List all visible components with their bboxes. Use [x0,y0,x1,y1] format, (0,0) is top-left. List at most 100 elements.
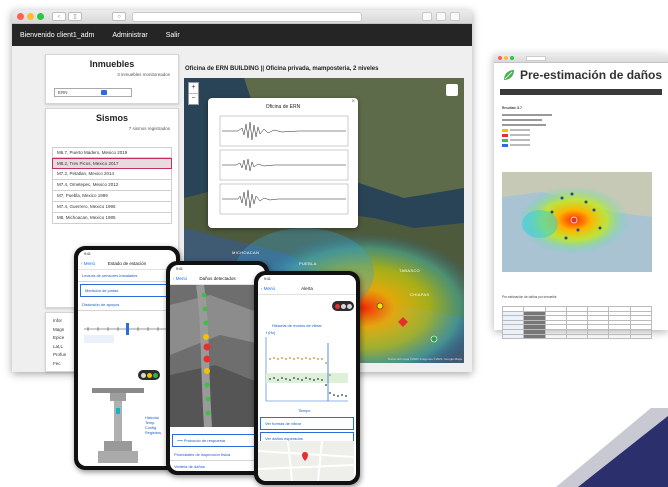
vibration-x-label: Tiempo [298,409,311,413]
zoom-out-button[interactable]: − [189,93,198,104]
sismos-count: 7 sismos registrados [128,126,170,131]
info-label: Magn [53,326,65,332]
phone-header: ‹ Menú Alerta [258,283,356,295]
back-label: Menú [83,261,96,266]
marketing-composite: ‹ ▯ ○ Bienvenido client1_adm Administrar… [0,0,668,487]
phone-screen: 9:41 ‹ Menú Estado de estación Lectura d… [78,250,176,466]
light-off-icon [140,372,146,378]
inspection-priorities-link[interactable]: Prioridades de inspección física [170,449,265,461]
mini-location-map[interactable] [258,441,354,481]
admin-link[interactable]: Administrar [112,32,147,39]
select-arrow-icon[interactable] [101,90,107,95]
minimize-window-icon[interactable] [27,13,34,20]
report-subtitle: Resultad: 8.7 [502,106,522,110]
light-off-icon [340,303,346,309]
tabs-icon[interactable] [436,12,446,21]
response-protocol-label: Protocolo de respuesta [183,438,225,443]
earthquake-item[interactable]: M7.4, Guerrero, Mexico 1995 [52,202,172,213]
back-menu-button[interactable]: ‹ Menú [173,276,187,281]
maximize-window-icon[interactable] [37,13,44,20]
inmuebles-panel: Inmuebles 3 inmuebles monitoreados ERN [45,54,179,104]
earthquake-item[interactable]: M7, Puebla, Mexico 1999 [52,191,172,202]
close-window-icon[interactable] [17,13,24,20]
back-menu-button[interactable]: ‹ Menú [81,261,95,266]
phone-screen: 9:41 ‹ Menú Daños detectados ⟶ Protocolo… [170,265,265,471]
aerial-damage-image[interactable] [170,284,265,428]
support-distortion-link[interactable]: Distorsión de apoyos [78,299,176,311]
report-legend-block [502,114,552,147]
status-bar: 9:41 [258,275,356,283]
layers-icon[interactable] [446,84,458,96]
vibration-forms-link[interactable]: Ver formas de vibrar [260,417,354,430]
status-time: 9:41 [264,277,271,281]
map-label: MICHOACAN [232,250,260,255]
address-bar[interactable] [132,12,362,22]
inmueble-select[interactable]: ERN [54,88,132,97]
vibration-modes-chart [265,337,348,402]
info-label: Profun [53,352,67,357]
light-off-icon [346,303,352,309]
report-title: Pre-estimación de daños [520,68,663,82]
phone-header: ‹ Menú Estado de estación [78,258,176,270]
distortion-gauge [84,323,170,343]
map-label: CHIAPAS [410,292,430,297]
back-menu-button[interactable]: ‹ Menú [261,286,275,291]
station-legend: Historial Temp. Config. Registros [145,416,161,436]
report-section-bar: Pérdidas / Afectaciones en sus inmuebles [500,89,662,103]
info-label: Infor [53,318,63,323]
station-marker [376,302,384,310]
inmuebles-title: Inmuebles [89,59,135,69]
leaf-logo-icon [504,70,514,80]
light-green-icon [152,372,158,378]
map-label: TABASCO [399,268,420,273]
alert-traffic-light [332,301,354,311]
reader-icon[interactable]: ○ [112,12,126,21]
status-time: 9:41 [84,252,91,256]
status-bar: 9:41 [78,250,176,258]
light-yellow-icon [146,372,152,378]
damage-estimate-table [501,306,653,340]
seismogram-popup: × Oficina de ERN [208,98,358,228]
browser-titlebar: ‹ ▯ ○ [12,10,472,24]
add-tab-icon[interactable] [450,12,460,21]
phone-header: ‹ Menú Daños detectados [170,273,265,285]
legend-records[interactable]: Registros [145,431,161,436]
map-label: PUEBLA [299,261,317,266]
close-popup-icon[interactable]: × [351,99,355,105]
earthquake-item[interactable]: M8, Michoacan, Mexico 1985 [52,213,172,224]
earthquake-item[interactable]: M7.4, Ometepec, Mexico 2012 [52,180,172,191]
seismogram-traces [219,115,349,215]
damage-view-link[interactable]: Veritela de daños [170,461,265,471]
back-arrow-icon[interactable]: ‹ [52,12,66,21]
damage-estimate-report: Pre-estimación de daños Pérdidas / Afect… [494,54,668,340]
inmueble-select-value: ERN [58,90,68,95]
phone-alert: 9:41 ‹ Menú Alerta Historial de modos de… [254,271,360,485]
station-marker [430,335,438,343]
phone-station-status: 9:41 ‹ Menú Estado de estación Lectura d… [74,246,180,470]
earthquake-item[interactable]: M6.7, Puerto Madero, Mexico 2019 [52,147,172,158]
report-intensity-map [502,172,652,272]
decorative-triangle [556,408,668,487]
app-navbar: Bienvenido client1_adm Administrar Salir [12,24,472,46]
response-protocol-link[interactable]: ⟶ Protocolo de respuesta [172,434,263,447]
vibration-chart-title: Historial de modos de vibrar [272,323,322,328]
status-time: 9:41 [176,267,183,271]
light-red-icon [334,303,340,309]
back-label: Menú [263,286,276,291]
sensor-readings-link[interactable]: Lectura de sensores instalados [78,270,176,282]
map-zoom-control: + − [188,82,199,105]
earthquake-item-selected[interactable]: M8.2, Tres Picos, Mexico 2017 [52,158,172,169]
back-label: Menú [175,276,188,281]
share-icon[interactable] [422,12,432,21]
sismos-title: Sismos [95,113,128,123]
inmuebles-count: 3 inmuebles monitoreados [117,72,170,77]
info-label: Epice [53,335,65,340]
welcome-link[interactable]: Bienvenido client1_adm [20,32,94,39]
bridge-pier-diagram [92,388,144,463]
sidebar-toggle-icon[interactable]: ▯ [68,12,82,21]
logout-link[interactable]: Salir [166,32,180,39]
joint-measurement-link[interactable]: Medición de juntas [80,284,174,297]
earthquake-item[interactable]: M7.2, Petatlan, Mexico 2014 [52,169,172,180]
report-window-bar [494,54,668,63]
zoom-in-button[interactable]: + [189,83,198,93]
